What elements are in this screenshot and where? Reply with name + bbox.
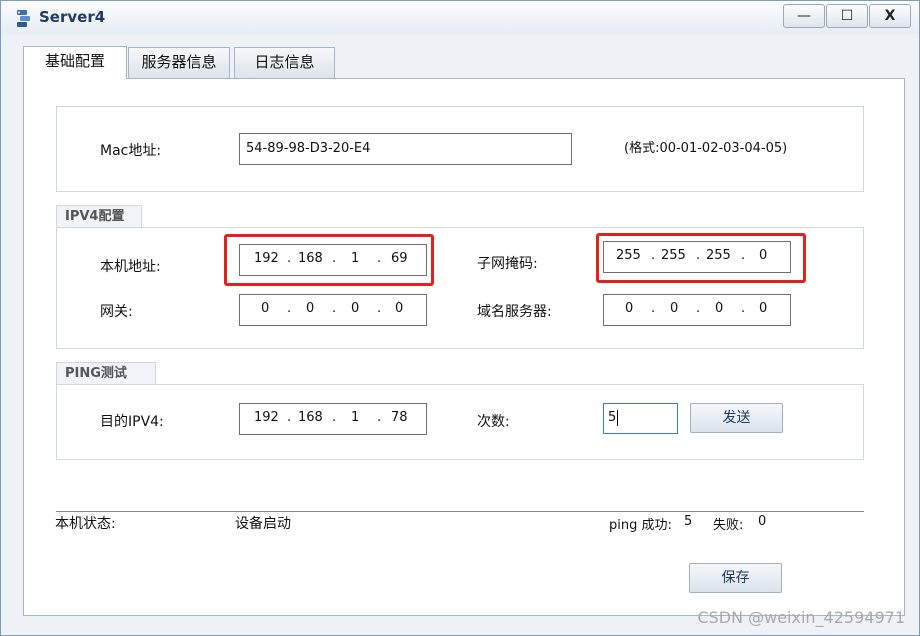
window-content: 基础配置 服务器信息 日志信息 Mac地址: 54-89-98-D3-20-E4… <box>9 38 913 629</box>
ping-count-input[interactable]: 5 <box>603 403 678 434</box>
ip-octet: 168 <box>298 410 323 425</box>
mac-format-hint: (格式:00-01-02-03-04-05) <box>624 141 788 156</box>
device-status-value: 设备启动 <box>235 516 291 532</box>
ip-octet: 0 <box>715 301 724 316</box>
ipv4-legend: IPV4配置 <box>56 205 142 227</box>
ping-success-count: 5 <box>684 514 693 529</box>
ip-octet: 0 <box>395 301 404 316</box>
ip-dot: . <box>696 301 701 316</box>
ip-octet: 0 <box>759 301 768 316</box>
ip-octet: 0 <box>625 301 634 316</box>
basic-config-panel: Mac地址: 54-89-98-D3-20-E4 (格式:00-01-02-03… <box>23 78 905 616</box>
minimize-button[interactable]: — <box>783 4 825 28</box>
ping-count-label: 次数: <box>477 414 510 430</box>
server4-window: Server4 — ☐ X 基础配置 服务器信息 日志信息 Mac地址: 54-… <box>0 0 920 636</box>
mac-group: Mac地址: 54-89-98-D3-20-E4 (格式:00-01-02-03… <box>56 106 864 192</box>
send-button[interactable]: 发送 <box>690 403 783 433</box>
window-title: Server4 <box>39 8 106 26</box>
text-caret <box>617 410 618 426</box>
server-app-icon <box>17 10 30 27</box>
ip-octet: 78 <box>391 410 408 425</box>
ip-dot: . <box>287 301 292 316</box>
local-address-highlight <box>224 234 434 286</box>
dns-server-label: 域名服务器: <box>477 304 552 320</box>
dns-server-input[interactable]: 0 . 0 . 0 . 0 <box>603 294 791 326</box>
ip-dot: . <box>287 410 292 425</box>
ip-dot: . <box>741 301 746 316</box>
tab-basic-config[interactable]: 基础配置 <box>23 46 127 79</box>
ping-success-label: ping 成功: <box>609 518 672 533</box>
maximize-button[interactable]: ☐ <box>826 4 868 28</box>
mac-input[interactable]: 54-89-98-D3-20-E4 <box>239 133 572 165</box>
ip-dot: . <box>332 301 337 316</box>
ip-dot: . <box>332 410 337 425</box>
gateway-label: 网关: <box>100 304 133 320</box>
ip-octet: 0 <box>261 301 270 316</box>
ping-destination-input[interactable]: 192 . 168 . 1 . 78 <box>239 403 427 435</box>
local-address-label: 本机地址: <box>100 259 161 275</box>
device-status-label: 本机状态: <box>55 516 116 532</box>
mac-label: Mac地址: <box>100 143 162 159</box>
ping-count-value: 5 <box>608 410 617 425</box>
ping-legend: PING测试 <box>56 362 156 384</box>
ip-octet: 0 <box>670 301 679 316</box>
ip-dot: . <box>377 301 382 316</box>
ping-group: 目的IPV4: 192 . 168 . 1 . 78 次数: 5 发送 <box>56 384 864 460</box>
ip-octet: 0 <box>306 301 315 316</box>
title-bar[interactable]: Server4 — ☐ X <box>1 1 919 34</box>
watermark-text: CSDN @weixin_42594971 <box>697 608 905 627</box>
ip-octet: 0 <box>351 301 360 316</box>
ping-fail-label: 失败: <box>713 518 744 533</box>
ip-octet: 192 <box>254 410 279 425</box>
tab-log-info[interactable]: 日志信息 <box>234 47 335 78</box>
ping-destination-label: 目的IPV4: <box>100 414 164 430</box>
gateway-input[interactable]: 0 . 0 . 0 . 0 <box>239 294 427 326</box>
subnet-mask-highlight <box>596 233 806 283</box>
ip-octet: 1 <box>351 410 360 425</box>
tab-server-info[interactable]: 服务器信息 <box>128 47 230 78</box>
subnet-mask-label: 子网掩码: <box>477 256 538 272</box>
close-button[interactable]: X <box>869 4 911 28</box>
mac-value: 54-89-98-D3-20-E4 <box>246 141 371 156</box>
ip-dot: . <box>377 410 382 425</box>
status-divider <box>56 511 864 512</box>
ip-dot: . <box>651 301 656 316</box>
ping-fail-count: 0 <box>758 514 767 529</box>
save-button[interactable]: 保存 <box>689 563 782 593</box>
